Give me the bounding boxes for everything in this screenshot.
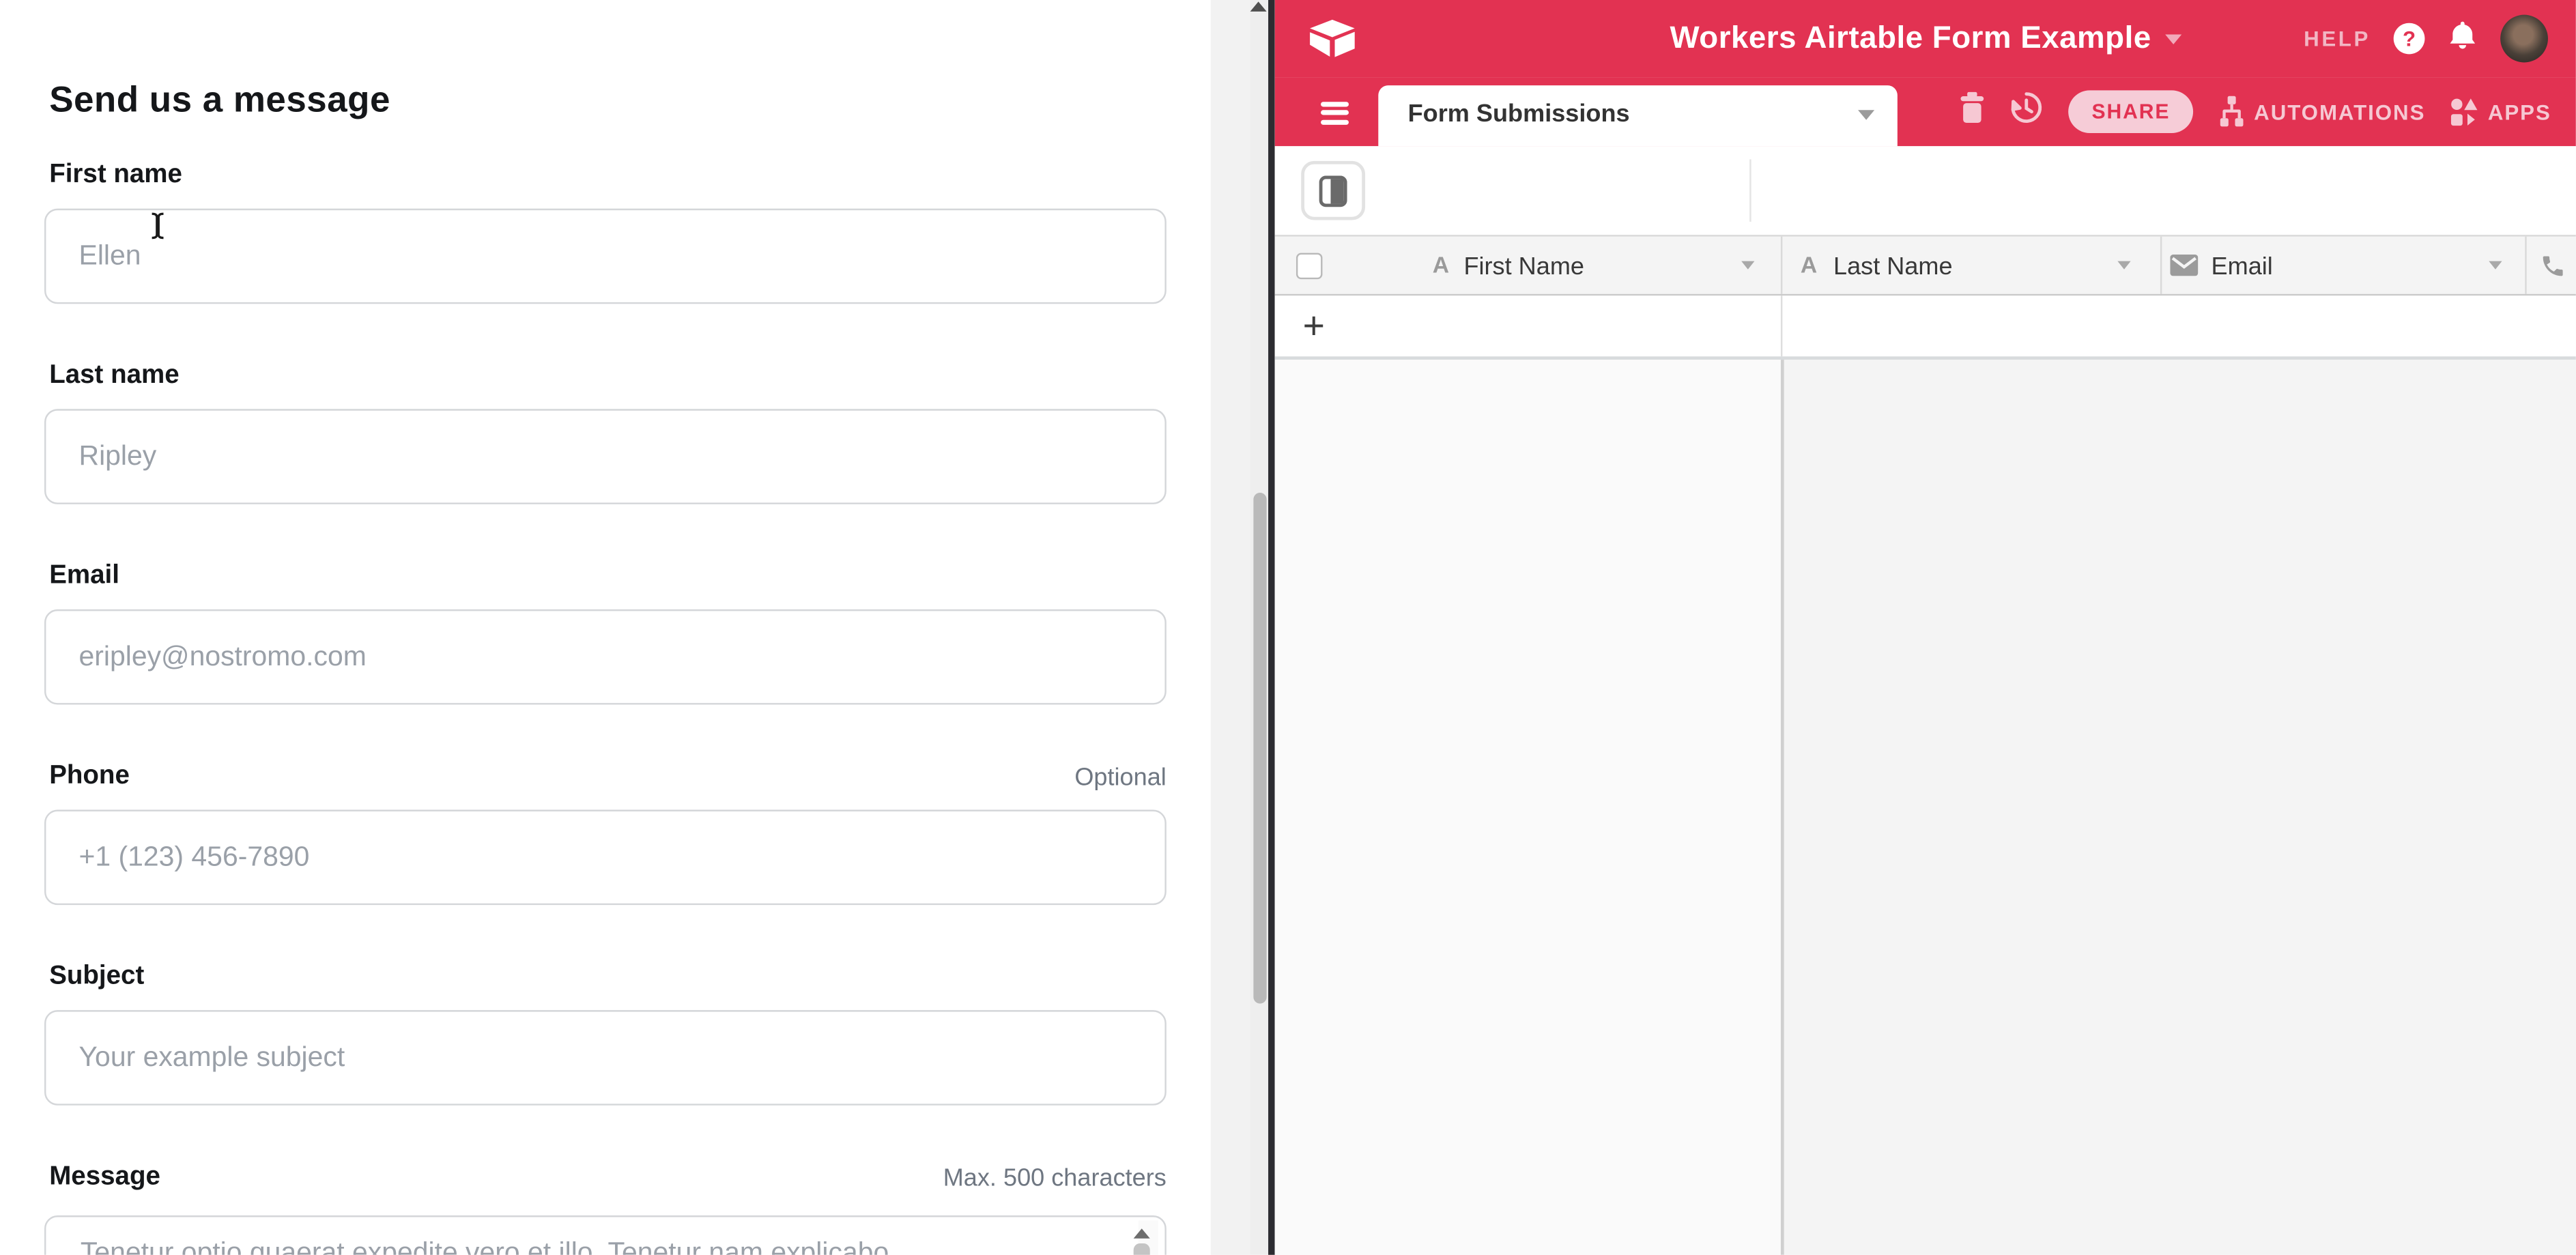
scroll-up-icon[interactable] (1134, 1228, 1150, 1238)
views-sidebar-toggle-button[interactable] (1301, 161, 1365, 220)
form-pane-gutter (1211, 0, 1250, 1255)
grid-column-headers: A First Name A Last Name Email Phone (1275, 235, 2576, 295)
message-textarea[interactable]: Tenetur optio quaerat expedite vero et i… (44, 1215, 1167, 1255)
view-toolbar: Grid view ••• (1275, 146, 2576, 235)
add-row-plus-icon[interactable]: + (1303, 304, 1325, 348)
text-field-type-icon: A (1433, 251, 1449, 278)
column-divider[interactable] (1781, 237, 1782, 294)
text-cursor-icon (149, 212, 166, 248)
column-header-email[interactable]: Email (2212, 252, 2273, 280)
apps-icon (2450, 97, 2479, 126)
sidebar-panel-icon (1319, 175, 1347, 206)
column-header-first-name[interactable]: First Name (1463, 252, 1584, 280)
email-label: Email (49, 562, 119, 591)
first-name-label: First name (49, 161, 182, 190)
base-title-chevron-down-icon[interactable] (2164, 33, 2181, 43)
column-divider[interactable] (2160, 237, 2162, 294)
notifications-bell-icon[interactable] (2448, 19, 2477, 59)
message-label: Message (49, 1163, 160, 1192)
help-button[interactable]: HELP (2304, 27, 2371, 51)
page-scrollbar[interactable] (1250, 0, 1268, 1255)
column-chevron-down-icon[interactable] (2489, 261, 2502, 270)
grid-empty-area (1275, 360, 1781, 1255)
share-button[interactable]: SHARE (2069, 90, 2193, 133)
phone-label: Phone (49, 762, 130, 792)
first-name-input[interactable] (44, 209, 1167, 304)
table-tabbar: Form Submissions SHARE (1275, 77, 2576, 146)
column-chevron-down-icon[interactable] (2117, 261, 2130, 270)
message-placeholder-text: Tenetur optio quaerat expedite vero et i… (81, 1237, 1115, 1254)
airtable-topbar: Workers Airtable Form Example HELP ? (1275, 0, 2576, 77)
email-field-type-icon (2170, 255, 2198, 284)
airtable-panel: Workers Airtable Form Example HELP ? For… (1275, 0, 2576, 1255)
tab-form-submissions[interactable]: Form Submissions (1378, 85, 1898, 146)
tabbar-actions: SHARE AUTOMATIONS APPS (1960, 77, 2551, 146)
automations-button[interactable]: AUTOMATIONS (2218, 96, 2425, 128)
add-row[interactable]: + (1275, 295, 2576, 360)
screen: Send us a message First name Last name E… (0, 0, 2576, 1255)
subject-label: Subject (49, 962, 144, 992)
window-divider[interactable] (1268, 0, 1275, 1255)
tables-menu-icon[interactable] (1321, 102, 1349, 129)
message-scrollbar-thumb[interactable] (1134, 1243, 1150, 1255)
grid-empty-area (1784, 360, 2576, 1255)
column-header-last-name[interactable]: Last Name (1833, 252, 1953, 280)
toolbar-divider (1749, 159, 1751, 221)
apps-button[interactable]: APPS (2450, 97, 2551, 126)
grid-line (1781, 295, 1782, 356)
scrollbar-up-arrow-icon[interactable] (1250, 1, 1267, 11)
column-chevron-down-icon[interactable] (1741, 261, 1754, 270)
automations-icon (2218, 96, 2246, 128)
text-field-type-icon: A (1801, 251, 1817, 278)
trash-icon[interactable] (1960, 92, 1985, 132)
base-title[interactable]: Workers Airtable Form Example (1670, 20, 2151, 57)
subject-input[interactable] (44, 1010, 1167, 1106)
topbar-actions: HELP ? (2304, 0, 2548, 77)
user-avatar[interactable] (2500, 15, 2548, 63)
table-tab-label: Form Submissions (1408, 100, 1630, 128)
last-name-input[interactable] (44, 409, 1167, 504)
last-name-label: Last name (49, 361, 179, 390)
help-question-icon[interactable]: ? (2394, 23, 2425, 55)
select-all-checkbox[interactable] (1296, 253, 1323, 280)
email-input[interactable] (44, 609, 1167, 705)
column-divider[interactable] (2525, 237, 2526, 294)
contact-form-panel: Send us a message First name Last name E… (0, 0, 1240, 1255)
phone-field-type-icon (2540, 253, 2566, 288)
message-maxlength-note: Max. 500 characters (943, 1164, 1167, 1192)
phone-input[interactable] (44, 810, 1167, 906)
form-title: Send us a message (49, 78, 390, 121)
phone-optional-note: Optional (1074, 764, 1166, 792)
table-chevron-down-icon[interactable] (1858, 110, 1874, 119)
page-scrollbar-thumb[interactable] (1253, 493, 1265, 1004)
message-scrollbar[interactable] (1139, 1220, 1158, 1255)
history-icon[interactable] (2009, 90, 2044, 133)
